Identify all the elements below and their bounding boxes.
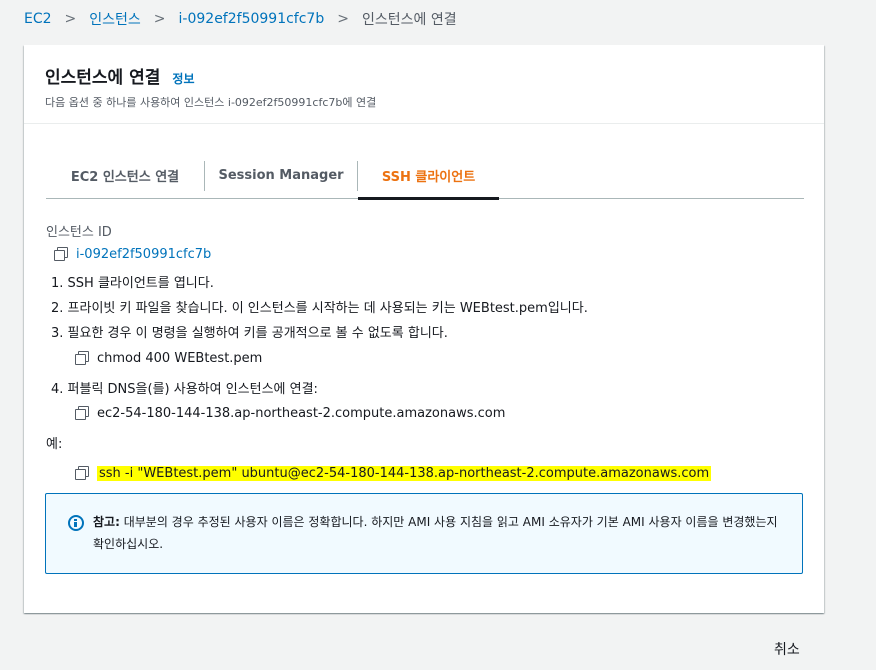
example-label: 예: — [46, 437, 63, 452]
step-1: 1. SSH 클라이언트를 엽니다. — [51, 276, 214, 291]
step-3: 3. 필요한 경우 이 명령을 실행하여 키를 공개적으로 볼 수 없도록 합니… — [51, 326, 448, 341]
public-dns-row: ec2-54-180-144-138.ap-northeast-2.comput… — [75, 403, 505, 423]
connection-tabs: EC2 인스턴스 연결 Session Manager SSH 클라이언트 — [46, 153, 804, 200]
tab-ec2-instance-connect[interactable]: EC2 인스턴스 연결 — [46, 153, 204, 198]
info-link[interactable]: 정보 — [172, 70, 194, 87]
copy-icon[interactable] — [75, 351, 89, 365]
copy-icon[interactable] — [75, 466, 89, 480]
chmod-command: chmod 400 WEBtest.pem — [97, 350, 263, 366]
copy-icon[interactable] — [54, 247, 68, 261]
breadcrumb: EC2 > 인스턴스 > i-092ef2f50991cfc7b > 인스턴스에… — [24, 9, 457, 29]
breadcrumb-current: 인스턴스에 연결 — [361, 12, 457, 28]
chevron-right-icon: > — [64, 11, 77, 27]
instance-id-link[interactable]: i-092ef2f50991cfc7b — [76, 247, 211, 262]
instance-id-row: i-092ef2f50991cfc7b — [54, 244, 211, 264]
public-dns: ec2-54-180-144-138.ap-northeast-2.comput… — [97, 405, 506, 421]
chevron-right-icon: > — [153, 11, 166, 27]
ssh-command: ssh -i "WEBtest.pem" ubuntu@ec2-54-180-1… — [97, 465, 712, 481]
info-icon — [68, 515, 84, 531]
page-title: 인스턴스에 연결 — [45, 68, 161, 88]
copy-icon[interactable] — [75, 406, 89, 420]
alert-text: 참고: 대부분의 경우 추정된 사용자 이름은 정확합니다. 하지만 AMI 사… — [93, 511, 784, 573]
page-subtitle: 다음 옵션 중 하나를 사용하여 인스턴스 i-092ef2f50991cfc7… — [45, 96, 377, 109]
connect-instance-panel: 인스턴스에 연결 정보 다음 옵션 중 하나를 사용하여 인스턴스 i-092e… — [24, 45, 824, 613]
chmod-command-row: chmod 400 WEBtest.pem — [75, 348, 262, 368]
instance-id-label: 인스턴스 ID — [46, 225, 112, 240]
ssh-command-row: ssh -i "WEBtest.pem" ubuntu@ec2-54-180-1… — [75, 463, 712, 483]
step-2: 2. 프라이빗 키 파일을 찾습니다. 이 인스턴스를 시작하는 데 사용되는 … — [51, 301, 588, 316]
alert-prefix: 참고: — [93, 515, 120, 529]
breadcrumb-instance-id[interactable]: i-092ef2f50991cfc7b — [179, 11, 325, 27]
breadcrumb-instances[interactable]: 인스턴스 — [89, 9, 141, 29]
cancel-button[interactable]: 취소 — [774, 639, 800, 659]
chevron-right-icon: > — [337, 11, 349, 27]
panel-header: 인스턴스에 연결 정보 다음 옵션 중 하나를 사용하여 인스턴스 i-092e… — [24, 45, 824, 124]
tab-session-manager[interactable]: Session Manager — [205, 153, 357, 198]
alert-body: 대부분의 경우 추정된 사용자 이름은 정확합니다. 하지만 AMI 사용 지침… — [93, 515, 778, 551]
breadcrumb-ec2[interactable]: EC2 — [24, 11, 52, 27]
step-4: 4. 퍼블릭 DNS을(를) 사용하여 인스턴스에 연결: — [51, 382, 318, 397]
tab-ssh-client[interactable]: SSH 클라이언트 — [358, 153, 499, 200]
info-alert: 참고: 대부분의 경우 추정된 사용자 이름은 정확합니다. 하지만 AMI 사… — [45, 493, 803, 574]
